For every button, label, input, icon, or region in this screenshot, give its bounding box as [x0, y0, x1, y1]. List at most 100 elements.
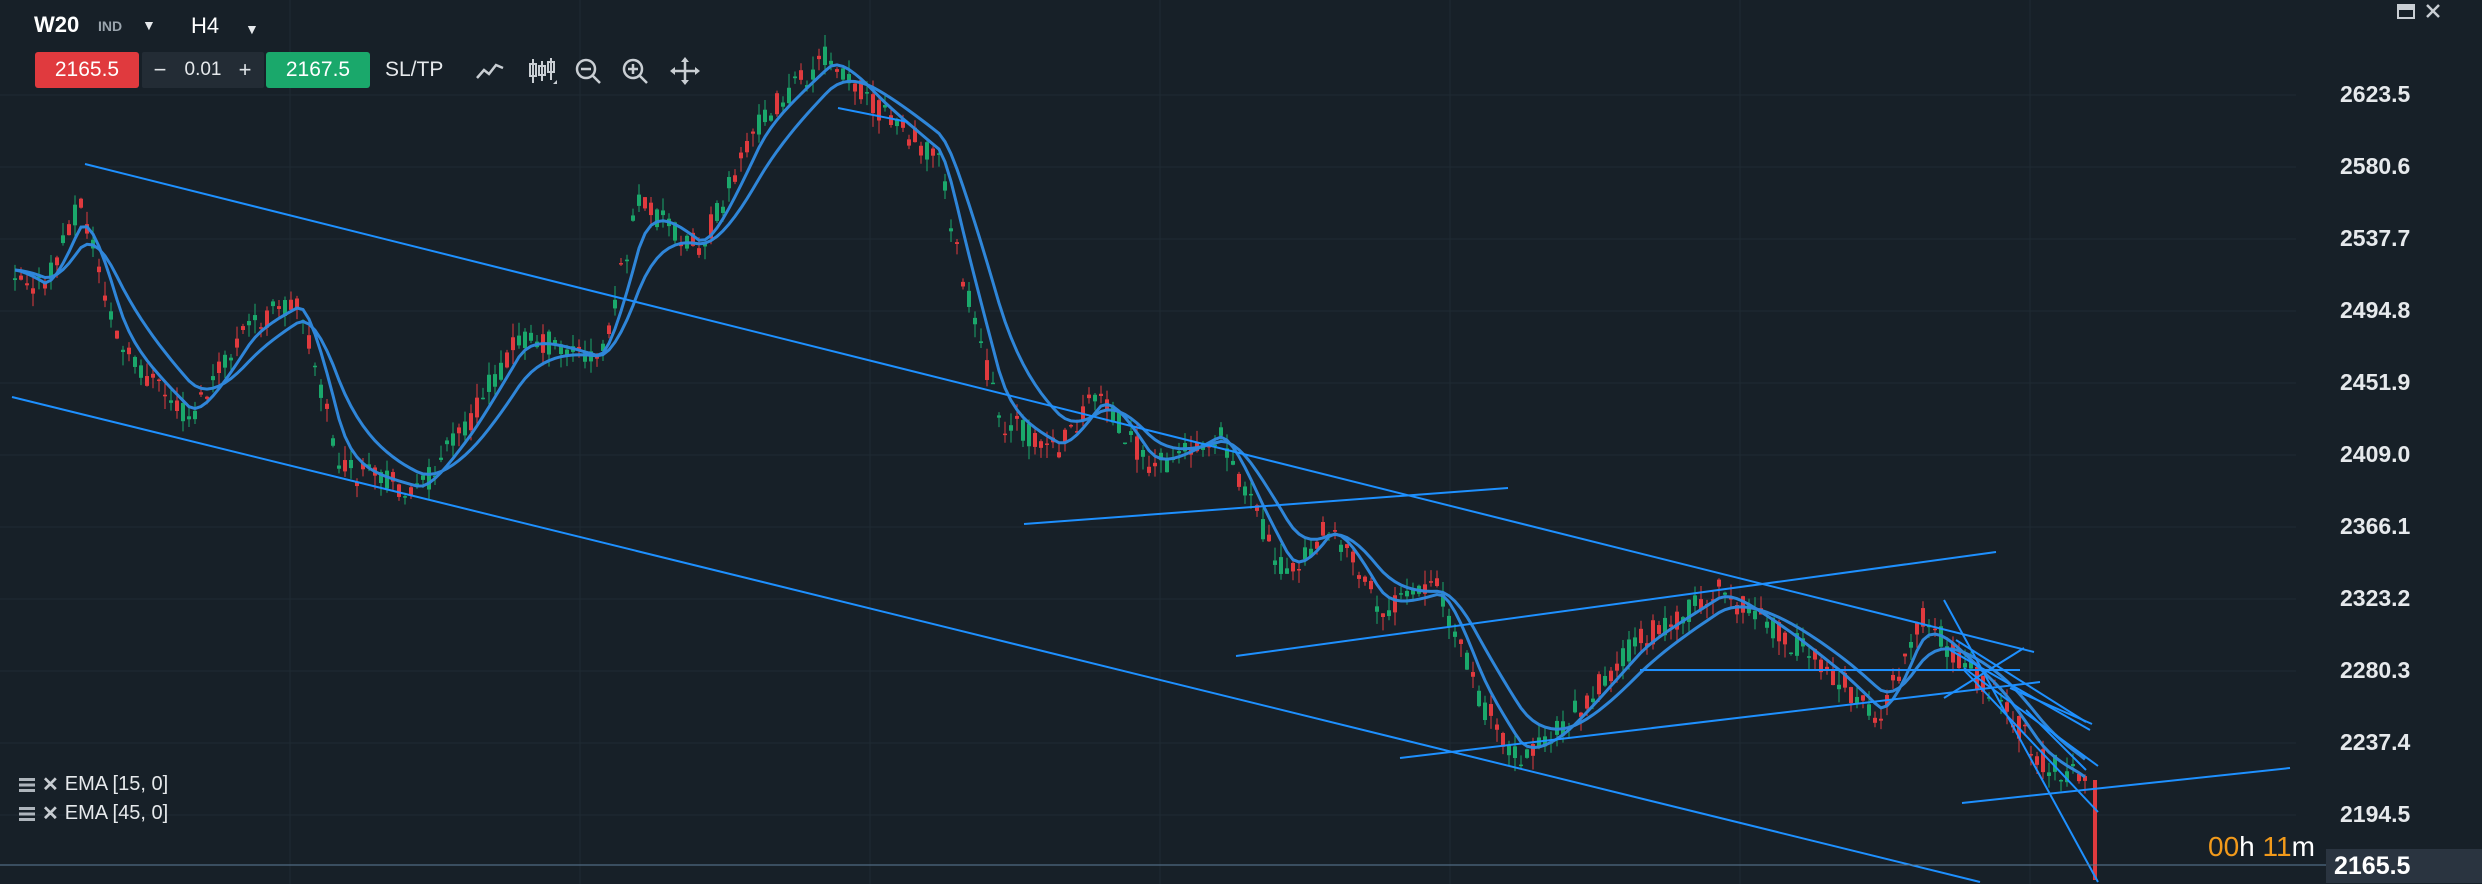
- candle: [1105, 390, 1109, 423]
- timeframe-dropdown-icon[interactable]: ▼: [245, 21, 259, 37]
- timeframe-label[interactable]: H4: [191, 13, 219, 39]
- candle: [1483, 695, 1487, 725]
- candle: [2047, 762, 2051, 788]
- candle: [1501, 731, 1505, 755]
- symbol-name[interactable]: W20: [34, 12, 79, 38]
- support-line-5: [1961, 767, 2291, 804]
- chart-grid: [0, 0, 2296, 884]
- candle: [1165, 452, 1169, 473]
- lot-size-value[interactable]: 0.01: [174, 52, 232, 88]
- candle: [67, 220, 71, 236]
- candle: [991, 371, 995, 385]
- candle: [457, 423, 461, 447]
- candle: [307, 324, 311, 355]
- candle: [445, 437, 449, 452]
- symbol-dropdown-icon[interactable]: ▼: [142, 17, 156, 33]
- candle: [337, 452, 341, 474]
- candle: [1873, 711, 1877, 728]
- sell-button[interactable]: 2165.5: [35, 52, 139, 88]
- lot-stepper[interactable]: − 0.01 +: [142, 52, 264, 88]
- candle: [1423, 570, 1427, 606]
- candle: [775, 90, 779, 117]
- candle: [769, 113, 773, 122]
- candle: [1783, 631, 1787, 658]
- candle: [481, 387, 485, 400]
- candle: [1435, 570, 1439, 588]
- indicator-legend-ema15: ✕ EMA [15, 0]: [18, 772, 168, 797]
- candle: [145, 363, 149, 387]
- candlestick-icon[interactable]: [525, 56, 557, 86]
- candle: [1177, 442, 1181, 464]
- candle: [1789, 652, 1793, 656]
- candle: [283, 296, 287, 327]
- candle: [1489, 693, 1493, 729]
- candle: [985, 348, 989, 387]
- candle: [2065, 757, 2069, 787]
- candle: [265, 306, 269, 336]
- candle: [97, 258, 101, 284]
- candle: [31, 274, 35, 307]
- candle: [1099, 385, 1103, 404]
- candle: [1261, 508, 1265, 542]
- candle: [637, 184, 641, 212]
- candle: [757, 104, 761, 143]
- candle: [517, 322, 521, 349]
- lot-increase-button[interactable]: +: [234, 52, 256, 88]
- candle: [1147, 455, 1151, 477]
- remove-indicator-icon[interactable]: ✕: [42, 801, 59, 826]
- candle: [73, 195, 77, 239]
- lot-decrease-button[interactable]: −: [149, 52, 171, 88]
- candle: [157, 378, 161, 392]
- candle: [109, 302, 113, 328]
- zoom-in-icon[interactable]: [619, 56, 651, 86]
- candle: [223, 350, 227, 379]
- candle: [163, 383, 167, 410]
- candle: [1033, 427, 1037, 455]
- candle: [499, 350, 503, 382]
- price-tick: 2366.1: [2340, 513, 2411, 539]
- price-tick: 2494.8: [2340, 297, 2411, 323]
- candle: [463, 411, 467, 442]
- candle: [967, 282, 971, 313]
- price-chart[interactable]: [0, 0, 2482, 884]
- candle: [505, 349, 509, 369]
- candle: [1441, 581, 1445, 618]
- candle: [1465, 650, 1469, 671]
- buy-button[interactable]: 2167.5: [266, 52, 370, 88]
- candle: [619, 257, 623, 266]
- candle: [313, 362, 317, 377]
- line-chart-icon[interactable]: [474, 56, 506, 86]
- candle: [1603, 666, 1607, 687]
- channel-lower-line: [11, 396, 1981, 883]
- candle: [409, 485, 413, 500]
- candle: [1333, 522, 1337, 540]
- candle: [733, 169, 737, 185]
- remove-indicator-icon[interactable]: ✕: [42, 772, 59, 797]
- candle: [1381, 613, 1385, 631]
- indicator-settings-icon[interactable]: [18, 777, 36, 793]
- support-line-3: [1399, 681, 2041, 759]
- candle: [277, 299, 281, 318]
- candle: [1849, 686, 1853, 712]
- zoom-out-icon[interactable]: [572, 56, 604, 86]
- candle: [955, 239, 959, 255]
- candle: [271, 299, 275, 315]
- crosshair-icon[interactable]: [669, 56, 701, 86]
- candle: [1357, 571, 1361, 589]
- candle: [121, 345, 125, 366]
- candle: [1123, 442, 1127, 445]
- candle: [727, 171, 731, 202]
- candle: [1837, 671, 1841, 703]
- candlestick-series: [13, 34, 2097, 880]
- support-line-1: [1023, 487, 1509, 525]
- price-tick: 2409.0: [2340, 441, 2411, 467]
- candle: [133, 355, 137, 374]
- candle: [247, 313, 251, 337]
- trendlines: [11, 107, 2291, 883]
- sltp-button[interactable]: SL/TP: [385, 58, 443, 82]
- candle: [1879, 706, 1883, 730]
- candle: [1429, 570, 1433, 587]
- candle: [1525, 748, 1529, 759]
- price-axis[interactable]: 2623.5 2580.6 2537.7 2494.8 2451.9 2409.…: [2296, 0, 2482, 884]
- indicator-settings-icon[interactable]: [18, 806, 36, 822]
